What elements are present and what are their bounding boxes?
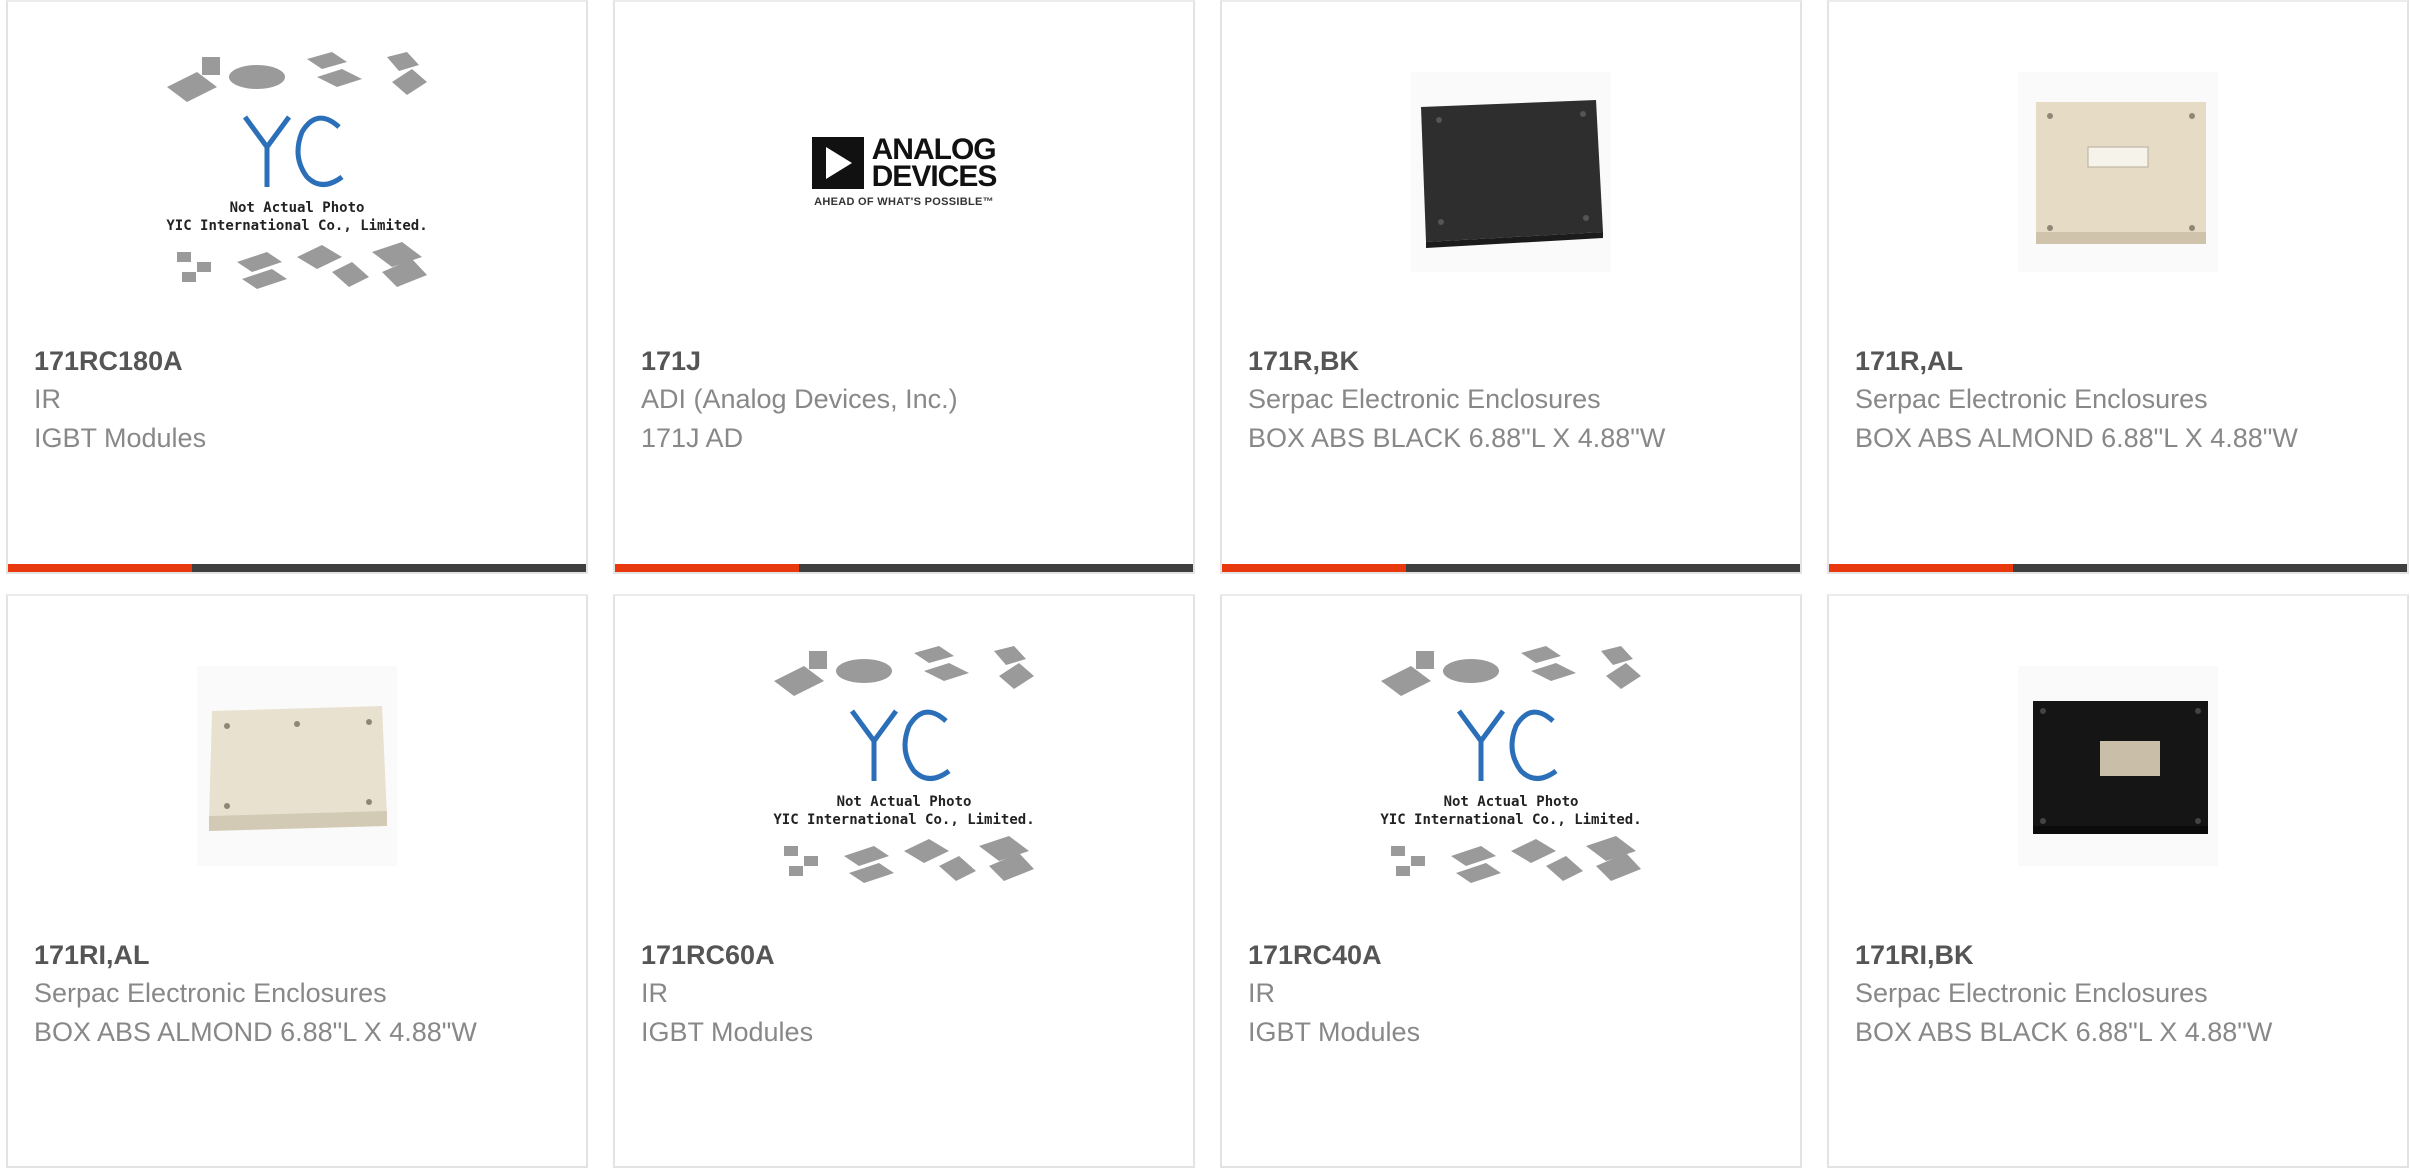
product-card-171R-BK[interactable]: 171R,BK Serpac Electronic Enclosures BOX…: [1220, 0, 1802, 574]
part-number: 171RI,BK: [1855, 940, 1974, 970]
manufacturer: Serpac Electronic Enclosures: [1855, 978, 2208, 1008]
card-accent-bar: [615, 564, 1193, 572]
logo-line1: ANALOG: [871, 133, 997, 166]
product-card-171RC180A[interactable]: Not Actual Photo YIC International Co., …: [6, 0, 588, 574]
product-card-171RI-BK[interactable]: 171RI,BK Serpac Electronic Enclosures BO…: [1827, 594, 2409, 1168]
product-image: [1829, 596, 2407, 936]
almond-enclosure-icon: [197, 666, 397, 866]
card-accent-bar: [1222, 564, 1800, 572]
product-image: Not Actual Photo YIC International Co., …: [615, 596, 1193, 936]
part-number: 171RI,AL: [34, 940, 150, 970]
product-card-171RC40A[interactable]: Not Actual Photo YIC International Co., …: [1220, 594, 1802, 1168]
part-number: 171R,AL: [1855, 346, 1964, 376]
placeholder-line1: Not Actual Photo: [230, 200, 365, 216]
description: BOX ABS ALMOND 6.88"L X 4.88"W: [1855, 423, 2298, 453]
placeholder-photo-icon: Not Actual Photo YIC International Co., …: [773, 646, 1035, 883]
product-card-171R-AL[interactable]: 171R,AL Serpac Electronic Enclosures BOX…: [1827, 0, 2409, 574]
description: BOX ABS BLACK 6.88"L X 4.88"W: [1248, 423, 1666, 453]
part-number: 171RC180A: [34, 346, 183, 376]
product-card-171RC60A[interactable]: Not Actual Photo YIC International Co., …: [613, 594, 1195, 1168]
description: IGBT Modules: [1248, 1017, 1421, 1047]
product-image: [1829, 2, 2407, 342]
placeholder-line2: YIC International Co., Limited.: [773, 812, 1034, 828]
description: BOX ABS BLACK 6.88"L X 4.88"W: [1855, 1017, 2273, 1047]
placeholder-photo-icon: Not Actual Photo YIC International Co., …: [166, 52, 428, 289]
part-number: 171R,BK: [1248, 346, 1360, 376]
black-enclosure-icon: [1411, 72, 1611, 272]
manufacturer: IR: [641, 978, 668, 1008]
description: IGBT Modules: [641, 1017, 814, 1047]
placeholder-line1: Not Actual Photo: [1444, 794, 1579, 810]
logo-tagline: AHEAD OF WHAT'S POSSIBLE™: [814, 196, 994, 208]
product-image: [8, 596, 586, 936]
manufacturer: ADI (Analog Devices, Inc.): [641, 384, 958, 414]
part-number: 171RC60A: [641, 940, 775, 970]
card-accent-bar: [1829, 564, 2407, 572]
logo-line2: DEVICES: [871, 160, 998, 193]
product-card-171J[interactable]: ANALOG DEVICES AHEAD OF WHAT'S POSSIBLE™…: [613, 0, 1195, 574]
product-image: Not Actual Photo YIC International Co., …: [8, 2, 586, 342]
manufacturer: Serpac Electronic Enclosures: [1855, 384, 2208, 414]
black-enclosure-icon: [2018, 666, 2218, 866]
placeholder-line1: Not Actual Photo: [837, 794, 972, 810]
play-triangle-icon: [811, 137, 864, 189]
manufacturer: Serpac Electronic Enclosures: [34, 978, 387, 1008]
part-number: 171J: [641, 346, 702, 376]
almond-enclosure-icon: [2018, 72, 2218, 272]
description: IGBT Modules: [34, 423, 207, 453]
description: BOX ABS ALMOND 6.88"L X 4.88"W: [34, 1017, 477, 1047]
product-card-171RI-AL[interactable]: 171RI,AL Serpac Electronic Enclosures BO…: [6, 594, 588, 1168]
analog-devices-logo: ANALOG DEVICES AHEAD OF WHAT'S POSSIBLE™: [811, 133, 998, 208]
manufacturer: IR: [34, 384, 61, 414]
part-number: 171RC40A: [1248, 940, 1382, 970]
description: 171J AD: [641, 423, 744, 453]
manufacturer: IR: [1248, 978, 1275, 1008]
placeholder-line2: YIC International Co., Limited.: [166, 218, 427, 234]
placeholder-photo-icon: Not Actual Photo YIC International Co., …: [1380, 646, 1642, 883]
manufacturer: Serpac Electronic Enclosures: [1248, 384, 1601, 414]
product-image: [1222, 2, 1800, 342]
product-grid: Not Actual Photo YIC International Co., …: [0, 0, 2410, 1168]
product-image: Not Actual Photo YIC International Co., …: [1222, 596, 1800, 936]
card-accent-bar: [8, 564, 586, 572]
placeholder-line2: YIC International Co., Limited.: [1380, 812, 1641, 828]
product-image: ANALOG DEVICES AHEAD OF WHAT'S POSSIBLE™: [615, 2, 1193, 342]
